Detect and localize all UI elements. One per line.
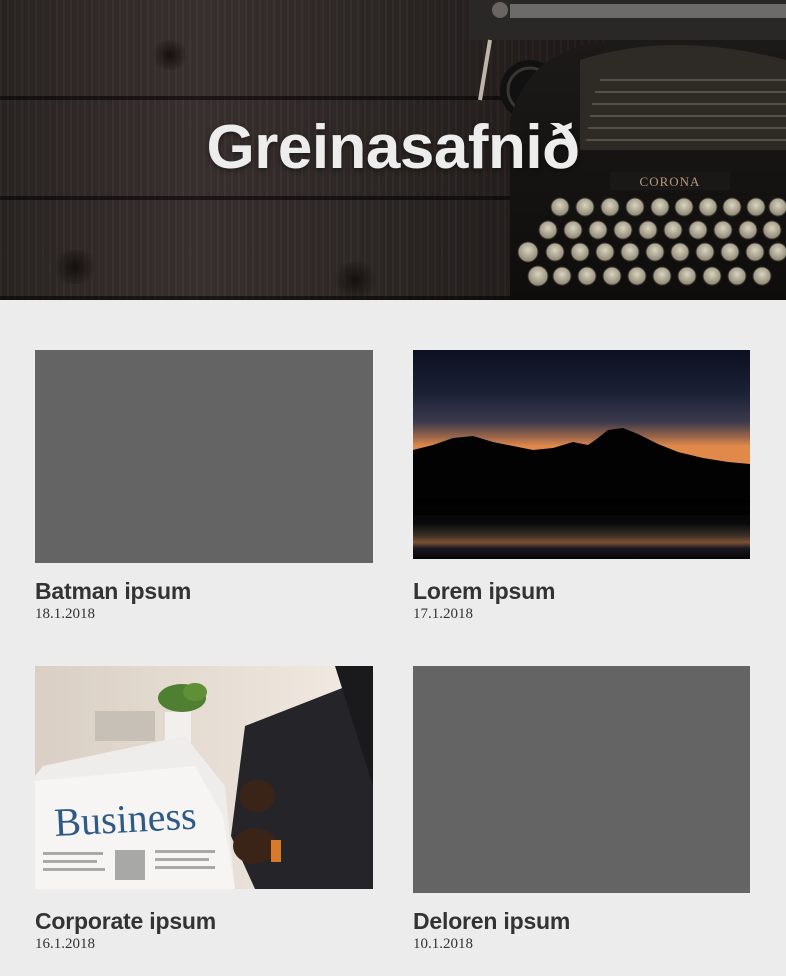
article-title[interactable]: Lorem ipsum bbox=[413, 577, 751, 605]
article-image-placeholder[interactable] bbox=[35, 350, 373, 563]
article-date: 16.1.2018 bbox=[35, 936, 95, 952]
svg-text:Business: Business bbox=[53, 793, 197, 845]
article-date: 18.1.2018 bbox=[35, 606, 95, 622]
wood-knot bbox=[50, 250, 100, 284]
article-title[interactable]: Corporate ipsum bbox=[35, 907, 373, 935]
article-date: 10.1.2018 bbox=[413, 936, 473, 952]
article-card[interactable]: Deloren ipsum 10.1.2018 bbox=[413, 666, 751, 953]
article-image-business-newspaper[interactable]: Business bbox=[35, 666, 373, 889]
wood-knot bbox=[150, 40, 190, 70]
article-title[interactable]: Deloren ipsum bbox=[413, 907, 751, 935]
page-title: Greinasafnið bbox=[206, 113, 581, 182]
article-card[interactable]: Lorem ipsum 17.1.2018 bbox=[413, 350, 751, 623]
wood-knot bbox=[330, 262, 380, 298]
article-date: 17.1.2018 bbox=[413, 606, 473, 622]
article-image-mountain-sunset[interactable] bbox=[413, 350, 750, 559]
hero-banner: CORONA Greinasafnið bbox=[0, 0, 786, 300]
article-card[interactable]: Business Corporate ipsum 16.1.2018 bbox=[35, 666, 373, 953]
article-card[interactable]: Batman ipsum 18.1.2018 bbox=[35, 350, 373, 623]
article-title[interactable]: Batman ipsum bbox=[35, 577, 373, 605]
article-image-placeholder[interactable] bbox=[413, 666, 750, 893]
